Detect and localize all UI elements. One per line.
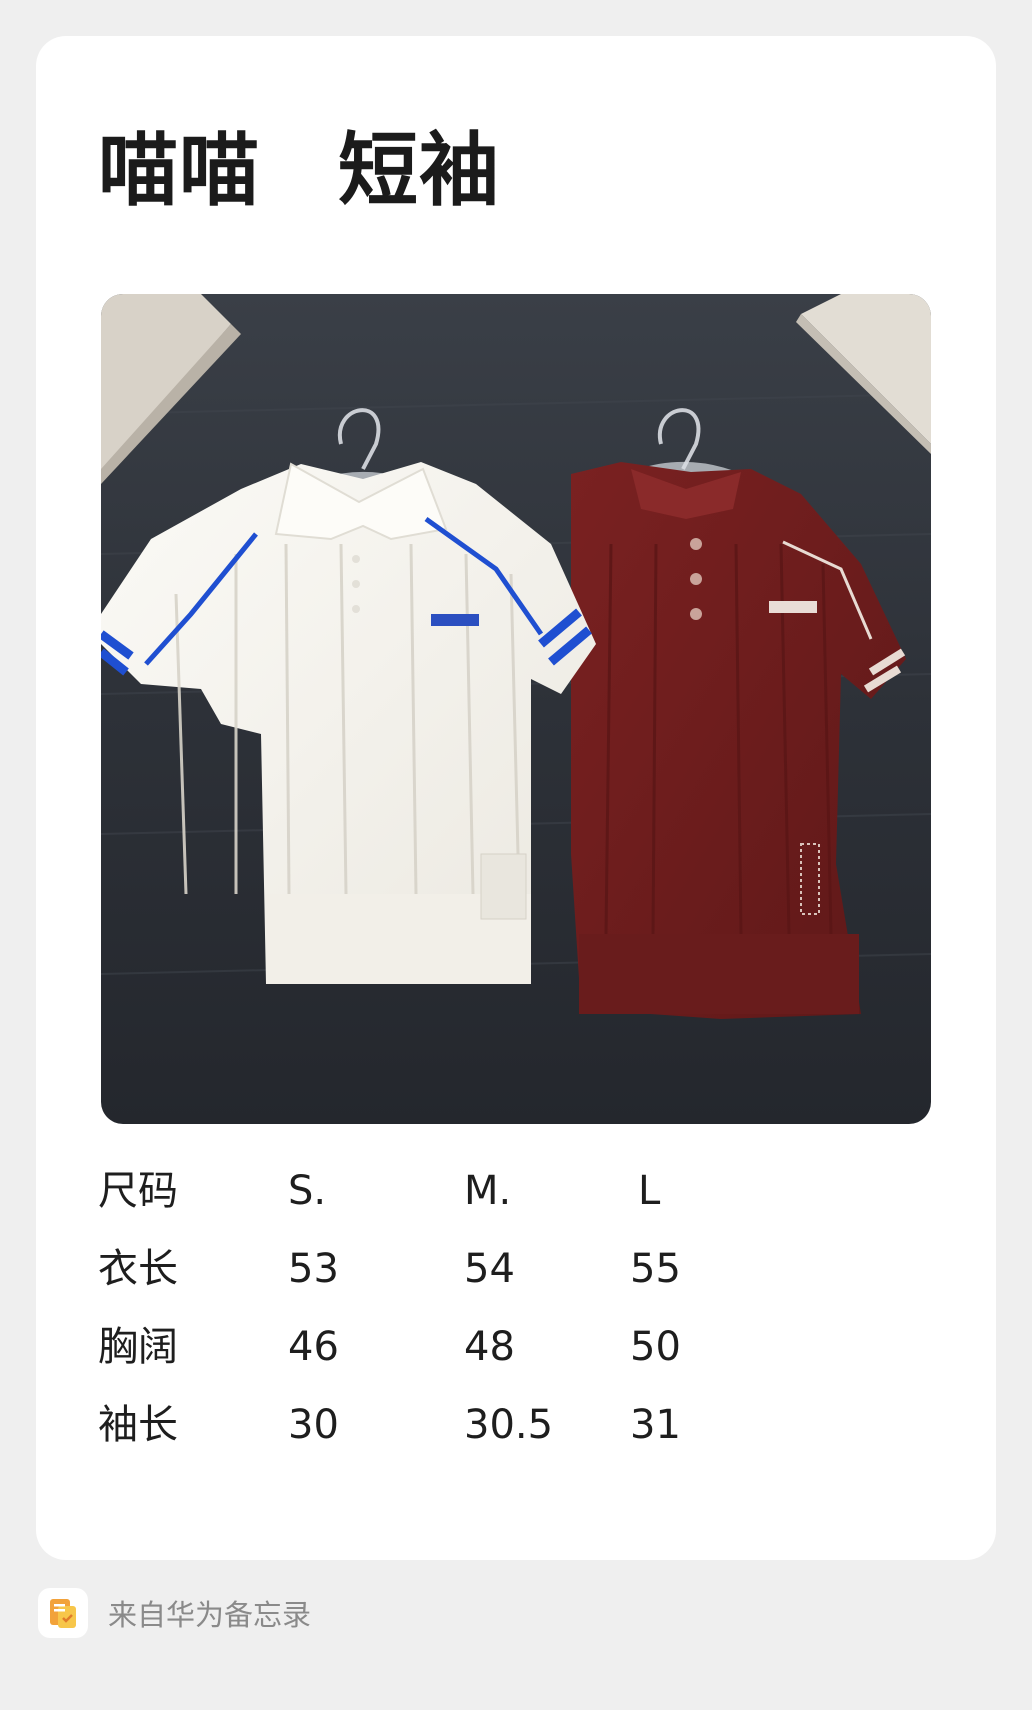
row-value-m: 48 bbox=[464, 1324, 515, 1370]
note-title: 喵喵 短袖 bbox=[98, 131, 500, 211]
row-value-l: 55 bbox=[630, 1246, 681, 1292]
row-label: 衣长 bbox=[98, 1246, 178, 1292]
source-text: 来自华为备忘录 bbox=[108, 1598, 312, 1632]
header-size-l: L bbox=[638, 1168, 661, 1214]
header-label: 尺码 bbox=[98, 1168, 178, 1214]
row-value-s: 30 bbox=[288, 1402, 339, 1448]
note-card: 喵喵 短袖 尺码 S. M. L 衣长 53 54 55 胸阔 46 48 50… bbox=[36, 36, 996, 1560]
row-value-s: 46 bbox=[288, 1324, 339, 1370]
source-footer[interactable]: 来自华为备忘录 bbox=[38, 1588, 311, 1638]
header-size-m: M. bbox=[464, 1168, 512, 1214]
row-value-m: 30.5 bbox=[464, 1402, 554, 1448]
header-size-s: S. bbox=[288, 1168, 327, 1214]
title-part-2: 短袖 bbox=[338, 124, 500, 217]
product-photo-image bbox=[101, 294, 931, 1124]
row-label: 胸阔 bbox=[98, 1324, 178, 1370]
title-part-1: 喵喵 bbox=[98, 124, 260, 217]
row-value-m: 54 bbox=[464, 1246, 515, 1292]
huawei-notes-icon bbox=[38, 1588, 88, 1638]
product-photo[interactable] bbox=[101, 294, 931, 1124]
row-value-s: 53 bbox=[288, 1246, 339, 1292]
row-value-l: 31 bbox=[630, 1402, 681, 1448]
row-value-l: 50 bbox=[630, 1324, 681, 1370]
row-label: 袖长 bbox=[98, 1402, 178, 1448]
